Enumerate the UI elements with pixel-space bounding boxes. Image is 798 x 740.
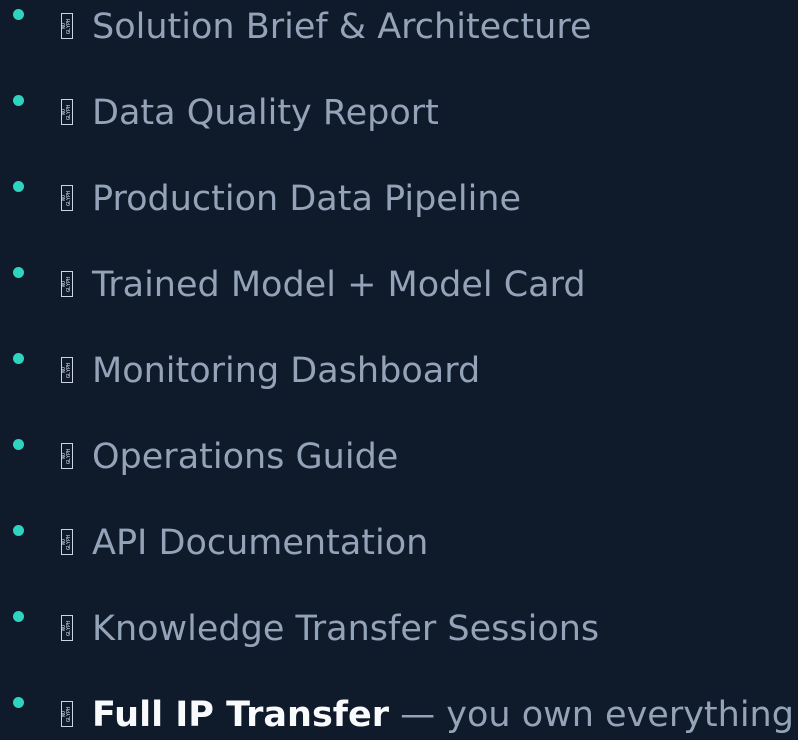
list-item-label: Production Data Pipeline xyxy=(92,179,522,219)
list-item: NO GLYPH Production Data Pipeline xyxy=(0,174,798,224)
bullet-dot xyxy=(13,267,24,278)
list-item: NO GLYPH Full IP Transfer — you own ever… xyxy=(0,690,798,740)
list-item-label: Trained Model + Model Card xyxy=(92,265,586,305)
bullet-dot xyxy=(13,181,24,192)
list-item-label: Monitoring Dashboard xyxy=(92,351,481,391)
no-glyph-icon: NO GLYPH xyxy=(61,615,73,641)
list-item-label: Solution Brief & Architecture xyxy=(92,7,592,47)
no-glyph-icon: NO GLYPH xyxy=(61,271,73,297)
bullet-dot xyxy=(13,525,24,536)
ip-transfer-emphasis: Full IP Transfer xyxy=(92,695,390,735)
bullet-dot xyxy=(13,95,24,106)
list-item: NO GLYPH Knowledge Transfer Sessions xyxy=(0,604,798,654)
bullet-dot xyxy=(13,697,24,708)
list-item-label: Operations Guide xyxy=(92,437,399,477)
list-item: NO GLYPH Data Quality Report xyxy=(0,88,798,138)
list-item: NO GLYPH API Documentation xyxy=(0,518,798,568)
no-glyph-icon: NO GLYPH xyxy=(61,529,73,555)
list-item: NO GLYPH Trained Model + Model Card xyxy=(0,260,798,310)
no-glyph-icon: NO GLYPH xyxy=(61,13,73,39)
no-glyph-icon: NO GLYPH xyxy=(61,185,73,211)
list-item: NO GLYPH Solution Brief & Architecture xyxy=(0,2,798,52)
list-item-label: Full IP Transfer — you own everything xyxy=(92,690,794,740)
list-item-label: Knowledge Transfer Sessions xyxy=(92,609,600,649)
list-item: NO GLYPH Monitoring Dashboard xyxy=(0,346,798,396)
no-glyph-icon: NO GLYPH xyxy=(61,99,73,125)
bullet-dot xyxy=(13,439,24,450)
bullet-dot xyxy=(13,611,24,622)
deliverables-list-panel: NO GLYPH Solution Brief & Architecture N… xyxy=(0,0,798,740)
no-glyph-icon: NO GLYPH xyxy=(61,357,73,383)
bullet-dot xyxy=(13,353,24,364)
no-glyph-icon: NO GLYPH xyxy=(61,443,73,469)
ip-transfer-description: — you own everything xyxy=(389,695,794,735)
bullet-dot xyxy=(13,9,24,20)
list-item-label: API Documentation xyxy=(92,523,429,563)
list-item: NO GLYPH Operations Guide xyxy=(0,432,798,482)
list-item-label: Data Quality Report xyxy=(92,93,439,133)
no-glyph-icon: NO GLYPH xyxy=(61,701,73,727)
